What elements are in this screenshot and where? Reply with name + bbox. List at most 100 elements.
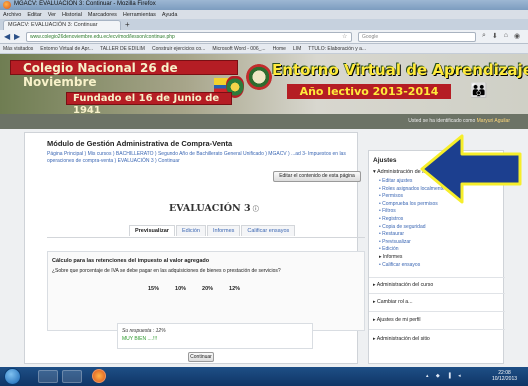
addon-icon[interactable]: ◉ bbox=[514, 32, 520, 40]
breadcrumb[interactable]: Página Principal ) Mis cursos ) BACHILLE… bbox=[47, 151, 365, 165]
menu-historial[interactable]: Historial bbox=[62, 12, 82, 18]
edit-page-button[interactable]: Editar el contenido de esta página bbox=[273, 171, 361, 182]
divider bbox=[369, 311, 505, 312]
settings-item[interactable]: • Calificar ensayos bbox=[379, 262, 445, 270]
settings-item[interactable]: • Filtros bbox=[379, 208, 445, 216]
option-15[interactable]: 15% bbox=[148, 286, 159, 292]
menu-archivo[interactable]: Archivo bbox=[3, 12, 21, 18]
search-icon[interactable]: ⌕ bbox=[482, 32, 486, 40]
window-titlebar[interactable]: MGACV: EVALUACIÓN 3: Continuar - Mozilla… bbox=[0, 0, 528, 10]
pointer-arrow-icon bbox=[420, 134, 522, 204]
settings-item-label: Filtros bbox=[382, 208, 396, 215]
tab-previsualizar[interactable]: Previsualizar bbox=[129, 225, 175, 236]
settings-item-label: Registros bbox=[382, 215, 404, 222]
page-title: EVALUACIÓN 3 ⓘ bbox=[169, 203, 259, 214]
menu-marcadores[interactable]: Marcadores bbox=[88, 12, 117, 18]
settings-item[interactable]: • Previsualizar bbox=[379, 239, 445, 247]
login-prefix: Usted se ha identificado como bbox=[408, 118, 476, 124]
login-user[interactable]: Maryuri Aguilar bbox=[477, 118, 510, 124]
lesson-tabs: Previsualizar Edición Informes Calificar… bbox=[129, 225, 296, 236]
switch-role-link[interactable]: ▸ Cambiar rol a... bbox=[373, 299, 413, 305]
settings-item[interactable]: ▸ Informes bbox=[379, 254, 445, 262]
settings-item-label: Restaurar bbox=[382, 231, 405, 238]
bookmark-item[interactable]: LIM bbox=[293, 46, 301, 52]
module-title: Módulo de Gestión Administrativa de Comp… bbox=[47, 139, 233, 148]
main-content: Módulo de Gestión Administrativa de Comp… bbox=[24, 132, 365, 364]
bookmark-item[interactable]: TTULO: Elaboración y a... bbox=[308, 46, 366, 52]
bookmark-item[interactable]: Entorno Virtual de Apr... bbox=[40, 46, 93, 52]
school-name: Colegio Nacional 26 de Noviembre bbox=[10, 60, 238, 89]
settings-item-label: Editar ajustes bbox=[382, 178, 413, 184]
settings-item-label: Informes bbox=[382, 253, 403, 260]
divider bbox=[369, 293, 505, 294]
bookmark-item[interactable]: Construir ejercicios co... bbox=[152, 46, 205, 52]
settings-item[interactable]: • Restaurar bbox=[379, 231, 445, 239]
question-box: Cálculo para las retenciones del impuest… bbox=[47, 251, 365, 331]
download-icon[interactable]: ⬇ bbox=[492, 32, 498, 40]
site-admin-link[interactable]: ▸ Administración del sitio bbox=[373, 336, 430, 342]
block-label: Administración del curso bbox=[376, 282, 434, 288]
forward-icon[interactable]: ▶ bbox=[14, 32, 20, 41]
settings-item[interactable]: • Edición bbox=[379, 246, 445, 254]
tab-edicion[interactable]: Edición bbox=[175, 225, 206, 236]
bookmark-item[interactable]: Microsoft Word - 006_... bbox=[212, 46, 265, 52]
option-10[interactable]: 10% bbox=[175, 286, 186, 292]
login-bar: Usted se ha identificado como Maryuri Ag… bbox=[0, 114, 528, 129]
eval-title: EVALUACIÓN 3 bbox=[169, 203, 251, 214]
settings-title: Ajustes bbox=[373, 157, 397, 164]
bookmarks-bar: Más visitados Entorno Virtual de Apr... … bbox=[0, 44, 528, 54]
bookmark-item[interactable]: TALLER DE EDILIM bbox=[100, 46, 145, 52]
settings-item[interactable]: • Copia de seguridad bbox=[379, 224, 445, 232]
search-input[interactable]: Google bbox=[358, 32, 476, 42]
taskbar: ▴ ◆ ▐ ◂ 22:08 10/12/2013 bbox=[0, 367, 528, 386]
bookmark-item[interactable]: Home bbox=[273, 46, 286, 52]
help-icon[interactable]: ⓘ bbox=[251, 206, 259, 213]
start-button[interactable] bbox=[4, 368, 21, 385]
home-icon[interactable]: ⌂ bbox=[504, 32, 508, 40]
window-title: MGACV: EVALUACIÓN 3: Continuar - Mozilla… bbox=[14, 1, 156, 7]
profile-settings-link[interactable]: ▸ Ajustes de mi perfil bbox=[373, 317, 421, 323]
block-label: Administración del sitio bbox=[376, 336, 430, 342]
block-label: Ajustes de mi perfil bbox=[376, 317, 421, 323]
tab-bar: MGACV: EVALUACIÓN 3: Continuar + bbox=[0, 19, 528, 30]
new-tab-icon[interactable]: + bbox=[125, 20, 130, 29]
bookmark-item[interactable]: Más visitados bbox=[3, 46, 33, 52]
menu-herramientas[interactable]: Herramientas bbox=[123, 12, 156, 18]
tab-informes[interactable]: Informes bbox=[206, 225, 241, 236]
bookmark-star-icon[interactable]: ☆ bbox=[342, 33, 347, 40]
question-title: Cálculo para las retenciones del impuest… bbox=[52, 258, 210, 264]
menu-bar: Archivo Editar Ver Historial Marcadores … bbox=[0, 10, 528, 19]
continue-button[interactable]: Continuar bbox=[188, 352, 214, 362]
course-admin-link[interactable]: ▸ Administración del curso bbox=[373, 282, 433, 288]
firefox-taskbar-icon[interactable] bbox=[92, 369, 106, 383]
block-label: Cambiar rol a... bbox=[377, 299, 413, 305]
menu-ver[interactable]: Ver bbox=[48, 12, 56, 18]
site-banner: Colegio Nacional 26 de Noviembre Fundado… bbox=[0, 54, 528, 114]
browser-tab[interactable]: MGACV: EVALUACIÓN 3: Continuar bbox=[3, 20, 121, 30]
option-20[interactable]: 20% bbox=[202, 286, 213, 292]
feedback-text: MUY BIEN ....!!! bbox=[122, 336, 158, 342]
answer-options: 15% 10% 20% 12% bbox=[148, 286, 240, 292]
navigation-bar: ◀ ▶ www.colegio26denoviembre.edu.ec/ecv/… bbox=[0, 30, 528, 44]
login-info: Usted se ha identificado como Maryuri Ag… bbox=[408, 118, 510, 124]
firefox-icon bbox=[3, 1, 11, 9]
answer-feedback-box: Su respuesta : 12% MUY BIEN ....!!! bbox=[117, 323, 313, 349]
school-logo bbox=[246, 64, 272, 90]
explorer-icon[interactable] bbox=[38, 370, 58, 383]
back-icon[interactable]: ◀ bbox=[4, 32, 10, 41]
menu-ayuda[interactable]: Ayuda bbox=[162, 12, 178, 18]
toolbar-icons: ⌕ ⬇ ⌂ ◉ bbox=[482, 32, 520, 40]
tabs-divider bbox=[47, 237, 365, 238]
tab-calificar-ensayos[interactable]: Calificar ensayos bbox=[241, 225, 296, 236]
media-player-icon[interactable] bbox=[62, 370, 82, 383]
clock[interactable]: 22:08 10/12/2013 bbox=[492, 370, 517, 382]
divider bbox=[369, 277, 505, 278]
settings-item[interactable]: • Registros bbox=[379, 216, 445, 224]
system-tray: ▴ ◆ ▐ ◂ bbox=[426, 373, 464, 379]
option-12[interactable]: 12% bbox=[229, 286, 240, 292]
settings-item-label: Edición bbox=[382, 246, 399, 253]
settings-item-label: Copia de seguridad bbox=[382, 223, 426, 230]
settings-item-label: Permisos bbox=[382, 193, 403, 200]
url-field[interactable]: www.colegio26denoviembre.edu.ec/ecv/mod/… bbox=[26, 32, 352, 42]
menu-editar[interactable]: Editar bbox=[27, 12, 41, 18]
